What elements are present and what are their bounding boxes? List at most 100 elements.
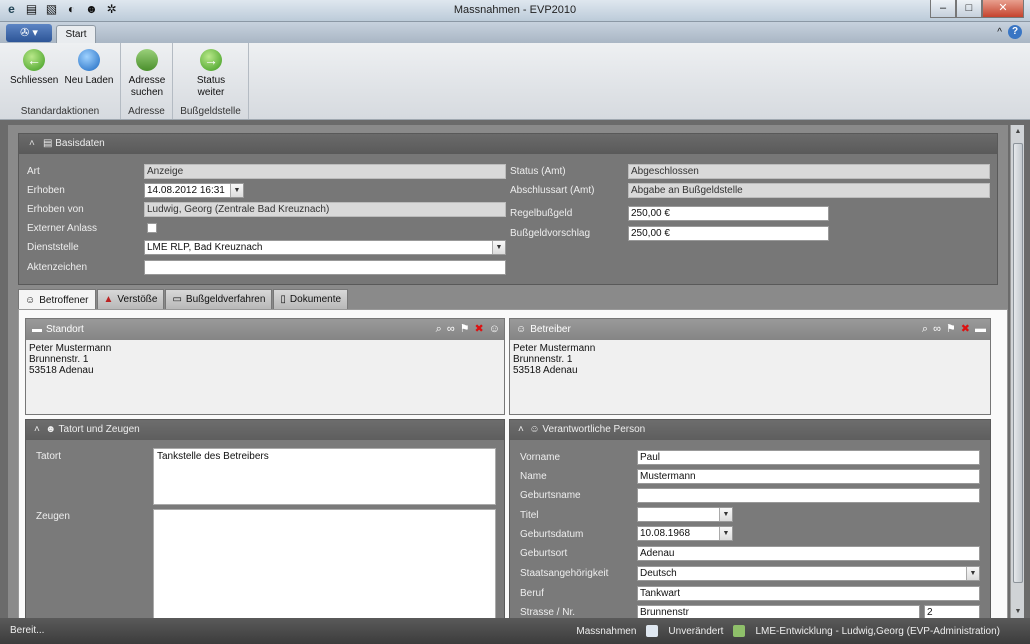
- search-icon[interactable]: ⌕: [922, 319, 928, 340]
- delete-icon[interactable]: ✖: [475, 319, 484, 340]
- standort-title: Standort: [46, 324, 84, 335]
- art-field: Anzeige: [144, 164, 506, 179]
- geburtsname-input[interactable]: [637, 488, 980, 503]
- delete-icon[interactable]: ✖: [961, 319, 970, 340]
- ribbon-collapse-icon[interactable]: ^: [997, 27, 1002, 38]
- regelbussgeld-label: Regelbußgeld: [510, 208, 573, 219]
- maximize-button[interactable]: □: [956, 0, 982, 18]
- window-title: Massnahmen - EVP2010: [453, 4, 577, 16]
- ribbon-group-adresse: Adresse suchen Adresse: [121, 43, 173, 119]
- titel-select[interactable]: ▼: [637, 507, 733, 522]
- ribbon-tab-start[interactable]: Start: [56, 25, 96, 43]
- erhoben-datepicker[interactable]: 14.08.2012 16:31 ▼: [144, 183, 244, 198]
- help-icon[interactable]: ?: [1008, 25, 1022, 39]
- bussgeldvorschlag-input[interactable]: 250,00 €: [628, 226, 829, 241]
- schliessen-button[interactable]: ← Schliessen: [10, 49, 58, 87]
- status-bar: Bereit... Massnahmen Unverändert LME-Ent…: [0, 618, 1030, 644]
- map-pin-icon[interactable]: ⚑: [946, 319, 956, 340]
- binoculars-icon[interactable]: ∞: [933, 319, 941, 340]
- collapse-icon[interactable]: ˄: [34, 424, 45, 435]
- chevron-down-icon[interactable]: ▼: [492, 241, 505, 254]
- ribbon-group-label: Standardaktionen: [20, 106, 100, 117]
- geburtsort-input[interactable]: Adenau: [637, 546, 980, 561]
- hausnummer-input[interactable]: 2: [924, 605, 980, 618]
- application-menu-button[interactable]: ✇ ▾: [6, 24, 52, 42]
- status-weiter-button[interactable]: → Status weiter: [187, 49, 235, 99]
- geburtsdatum-label: Geburtsdatum: [520, 529, 584, 540]
- list-icon: ▤: [43, 138, 56, 149]
- minimize-button[interactable]: –: [930, 0, 956, 18]
- regelbussgeld-input[interactable]: 250,00 €: [628, 206, 829, 221]
- externer-anlass-checkbox[interactable]: [147, 223, 157, 233]
- tab-verstoesse[interactable]: ▲ Verstöße: [96, 289, 165, 309]
- erhoben-von-field: Ludwig, Georg (Zentrale Bad Kreuznach): [144, 202, 506, 217]
- dienststelle-label: Dienststelle: [27, 242, 79, 253]
- vertical-scrollbar[interactable]: ▲ ▼: [1010, 125, 1024, 618]
- status-environment: LME-Entwicklung - Ludwig,Georg (EVP-Admi…: [755, 625, 1000, 637]
- tatort-zeugen-panel: ˄ ☻ Tatort und Zeugen Tatort Tankstelle …: [25, 419, 505, 618]
- collapse-icon[interactable]: ˄: [518, 424, 529, 435]
- adresse-suchen-button[interactable]: Adresse suchen: [125, 49, 169, 99]
- truck-icon[interactable]: ▬: [975, 319, 986, 340]
- truck-icon: ▬: [32, 324, 42, 335]
- binoculars-icon[interactable]: ∞: [447, 319, 455, 340]
- name-input[interactable]: Mustermann: [637, 469, 980, 484]
- erhoben-von-label: Erhoben von: [27, 204, 84, 215]
- ribbon-tab-bar: ✇ ▾ Start ^ ?: [0, 22, 1030, 43]
- window-controls: – □ ✕: [930, 0, 1024, 18]
- reload-icon: [78, 49, 100, 71]
- zeugen-label: Zeugen: [36, 511, 70, 522]
- person-icon[interactable]: ☺: [489, 319, 500, 340]
- tab-bussgeldverfahren[interactable]: ▭ Bußgeldverfahren: [165, 289, 273, 309]
- art-label: Art: [27, 166, 40, 177]
- warning-icon: ▲: [103, 294, 114, 305]
- back-arrow-icon: ←: [23, 49, 45, 71]
- folder-icon: ▭: [172, 294, 182, 305]
- erhoben-label: Erhoben: [27, 185, 65, 196]
- geburtsdatum-datepicker[interactable]: 10.08.1968 ▼: [637, 526, 733, 541]
- dienststelle-select[interactable]: LME RLP, Bad Kreuznach ▼: [144, 240, 506, 255]
- map-pin-icon: [136, 49, 158, 71]
- standort-address: Peter Mustermann Brunnenstr. 1 53518 Ade…: [29, 343, 112, 376]
- geburtsort-label: Geburtsort: [520, 548, 568, 559]
- abschlussart-field: Abgabe an Bußgeldstelle: [628, 183, 990, 198]
- betroffener-tab-content: ▬ Standort ⌕ ∞ ⚑ ✖ ☺ Peter Mustermann Bru…: [18, 309, 1008, 618]
- chevron-down-icon[interactable]: ▼: [719, 527, 732, 540]
- vorname-input[interactable]: Paul: [637, 450, 980, 465]
- name-label: Name: [520, 471, 547, 482]
- person-icon: ☺: [25, 294, 36, 306]
- verantwortliche-person-panel: ˄ ☺ Verantwortliche Person Vorname Paul …: [509, 419, 991, 618]
- beruf-input[interactable]: Tankwart: [637, 586, 980, 601]
- ribbon-group-bussgeldstelle: → Status weiter Bußgeldstelle: [173, 43, 249, 119]
- aktenzeichen-input[interactable]: [144, 260, 506, 275]
- vorname-label: Vorname: [520, 452, 561, 463]
- scroll-up-icon[interactable]: ▲: [1013, 128, 1023, 135]
- search-icon[interactable]: ⌕: [436, 319, 442, 340]
- status-amt-label: Status (Amt): [510, 166, 566, 177]
- strasse-label: Strasse / Nr.: [520, 607, 576, 618]
- chevron-down-icon[interactable]: ▼: [230, 184, 243, 197]
- chevron-down-icon[interactable]: ▼: [719, 508, 732, 521]
- witnesses-icon: ☻: [45, 424, 59, 435]
- forward-arrow-icon: →: [200, 49, 222, 71]
- neu-laden-button[interactable]: Neu Laden: [62, 49, 116, 87]
- betreiber-box: ☺ Betreiber ⌕ ∞ ⚑ ✖ ▬ Peter Mustermann Br…: [509, 318, 991, 415]
- main-content: ˄ ▤ Basisdaten Art Anzeige Erhoben 14.08.…: [8, 125, 1008, 618]
- scrollbar-thumb[interactable]: [1013, 143, 1023, 583]
- ribbon-group-standardaktionen: ← Schliessen Neu Laden Standardaktionen: [0, 43, 121, 119]
- collapse-icon[interactable]: ˄: [29, 134, 43, 154]
- zeugen-textarea[interactable]: [153, 509, 496, 618]
- staatsangehoerigkeit-select[interactable]: Deutsch ▼: [637, 566, 980, 581]
- basisdaten-header[interactable]: ˄ ▤ Basisdaten: [19, 134, 997, 154]
- scroll-down-icon[interactable]: ▼: [1013, 608, 1023, 615]
- map-pin-icon[interactable]: ⚑: [460, 319, 470, 340]
- chevron-down-icon[interactable]: ▼: [966, 567, 979, 580]
- document-icon: ▯: [280, 294, 286, 305]
- tab-betroffener[interactable]: ☺ Betroffener: [18, 289, 96, 310]
- tatort-textarea[interactable]: Tankstelle des Betreibers: [153, 448, 496, 505]
- close-window-button[interactable]: ✕: [982, 0, 1024, 18]
- staatsangehoerigkeit-label: Staatsangehörigkeit: [520, 568, 609, 579]
- strasse-input[interactable]: Brunnenstr: [637, 605, 920, 618]
- tab-dokumente[interactable]: ▯ Dokumente: [273, 289, 349, 309]
- titel-label: Titel: [520, 510, 539, 521]
